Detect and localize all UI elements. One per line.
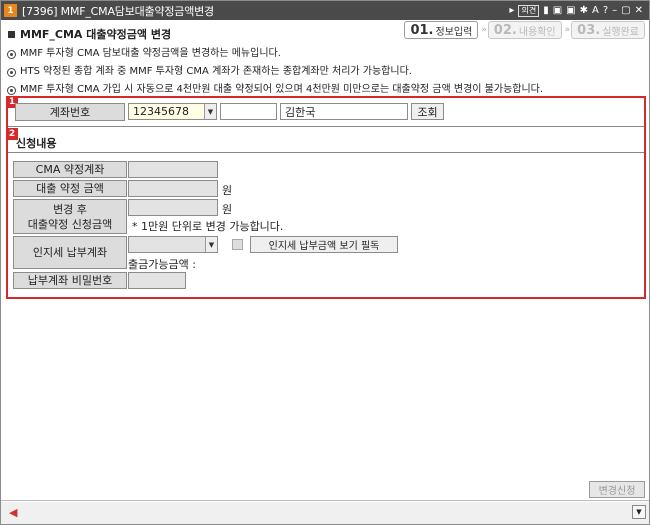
info-bullet-icon: [7, 85, 16, 95]
changed-amount-label-line2: 대출약정 신청금액: [27, 217, 113, 231]
window-badge-icon: 1: [4, 4, 17, 17]
cma-account-field: [128, 161, 218, 178]
print-icon[interactable]: ▣: [553, 5, 562, 16]
step-number: 01.: [410, 22, 434, 38]
account-password-input[interactable]: [220, 103, 277, 120]
account-row: 계좌번호 12345678 ▼ 김한국 조회: [8, 98, 644, 127]
step-label: 정보입력: [435, 26, 473, 38]
currency-unit: 원: [222, 203, 233, 216]
step-label: 내용확인: [518, 26, 556, 38]
opinion-button[interactable]: 의견: [518, 4, 540, 17]
loan-amount-label: 대출 약정 금액: [13, 180, 127, 197]
minimize-icon[interactable]: –: [612, 5, 617, 16]
info-notes: MMF 투자형 CMA 담보대출 약정금액을 변경하는 메뉴입니다. HTS 약…: [7, 45, 543, 99]
footer-divider: [1, 500, 649, 501]
settings-icon[interactable]: ✱: [580, 5, 588, 16]
chevron-down-icon[interactable]: ▼: [205, 237, 217, 252]
changed-amount-label-line1: 변경 후: [53, 202, 87, 216]
pin-arrow-icon[interactable]: ▸: [509, 5, 514, 16]
section-divider: [8, 152, 644, 153]
step-number: 02.: [493, 22, 517, 38]
status-dropdown-icon[interactable]: ▼: [632, 505, 646, 519]
step-number: 03.: [577, 22, 601, 38]
close-icon[interactable]: ✕: [635, 5, 643, 16]
stamp-tax-view-button[interactable]: 인지세 납부금액 보기 필독: [250, 236, 398, 253]
app-window: 1 [7396] MMF_CMA담보대출약정금액변경 ▸ 의견 ▮ ▣ ▣ ✱ …: [0, 0, 650, 525]
font-size-icon[interactable]: A: [592, 5, 599, 16]
account-number-value: 12345678: [133, 105, 189, 118]
window-title: [7396] MMF_CMA담보대출약정금액변경: [22, 4, 214, 18]
title-bar: 1 [7396] MMF_CMA담보대출약정금액변경 ▸ 의견 ▮ ▣ ▣ ✱ …: [1, 1, 649, 20]
unit-note: * 1만원 단위로 변경 가능합니다.: [132, 220, 284, 233]
info-bullet-icon: [7, 67, 16, 77]
payment-password-label: 납부계좌 비밀번호: [13, 272, 127, 289]
currency-unit: 원: [222, 184, 233, 197]
info-text: HTS 약정된 종합 계좌 중 MMF 투자형 CMA 계좌가 존재하는 종합계…: [20, 66, 412, 77]
query-button[interactable]: 조회: [411, 103, 444, 120]
save-icon[interactable]: ▮: [543, 5, 549, 16]
stamp-tax-account-label: 인지세 납부계좌: [13, 236, 127, 269]
step-indicator: 01. 정보입력 » 02. 내용확인 » 03. 실행완료: [404, 21, 645, 39]
changed-amount-input[interactable]: [128, 199, 218, 216]
info-line: HTS 약정된 종합 계좌 중 MMF 투자형 CMA 계좌가 존재하는 종합계…: [7, 63, 543, 81]
account-number-select[interactable]: 12345678 ▼: [128, 103, 217, 120]
account-holder-name-text: 김한국: [285, 105, 316, 119]
section-title: 신청내용: [16, 137, 57, 150]
account-holder-name: 김한국: [280, 103, 408, 120]
loan-amount-field: [128, 180, 218, 197]
maximize-icon[interactable]: ▢: [621, 5, 630, 16]
help-icon[interactable]: ?: [603, 5, 608, 16]
account-number-label: 계좌번호: [15, 103, 125, 121]
step-complete: 03. 실행완료: [571, 21, 645, 39]
changed-amount-label: 변경 후 대출약정 신청금액: [13, 199, 127, 234]
withdrawable-amount-label: 출금가능금액 :: [128, 258, 196, 271]
cma-account-label: CMA 약정계좌: [13, 161, 127, 178]
page-title-text: MMF_CMA 대출약정금액 변경: [20, 28, 172, 41]
submit-change-button[interactable]: 변경신청: [589, 481, 645, 498]
info-line: MMF 투자형 CMA 담보대출 약정금액을 변경하는 메뉴입니다.: [7, 45, 543, 63]
stamp-tax-checkbox[interactable]: [232, 239, 243, 250]
step-label: 실행완료: [602, 26, 639, 38]
form-panel: 1 계좌번호 12345678 ▼ 김한국 조회 2 신청내용 CMA 약정계좌…: [6, 96, 646, 299]
title-toolbar: ▸ 의견 ▮ ▣ ▣ ✱ A ? – ▢ ✕: [509, 4, 649, 17]
info-bullet-icon: [7, 49, 16, 59]
copy-icon[interactable]: ▣: [566, 5, 575, 16]
speaker-icon[interactable]: ◀: [9, 506, 17, 519]
chevron-down-icon[interactable]: ▼: [204, 104, 216, 119]
stamp-tax-account-select[interactable]: ▼: [128, 236, 218, 253]
payment-password-input[interactable]: [128, 272, 186, 289]
info-text: MMF 투자형 CMA 담보대출 약정금액을 변경하는 메뉴입니다.: [20, 48, 281, 59]
status-bar: ◀ ▼: [1, 502, 649, 524]
step-input: 01. 정보입력: [404, 21, 479, 39]
step-arrow-icon: »: [481, 25, 486, 35]
page-title: MMF_CMA 대출약정금액 변경: [8, 26, 171, 42]
title-bullet-icon: [8, 30, 15, 38]
step-confirm: 02. 내용확인: [487, 21, 562, 39]
step-arrow-icon: »: [564, 25, 570, 35]
